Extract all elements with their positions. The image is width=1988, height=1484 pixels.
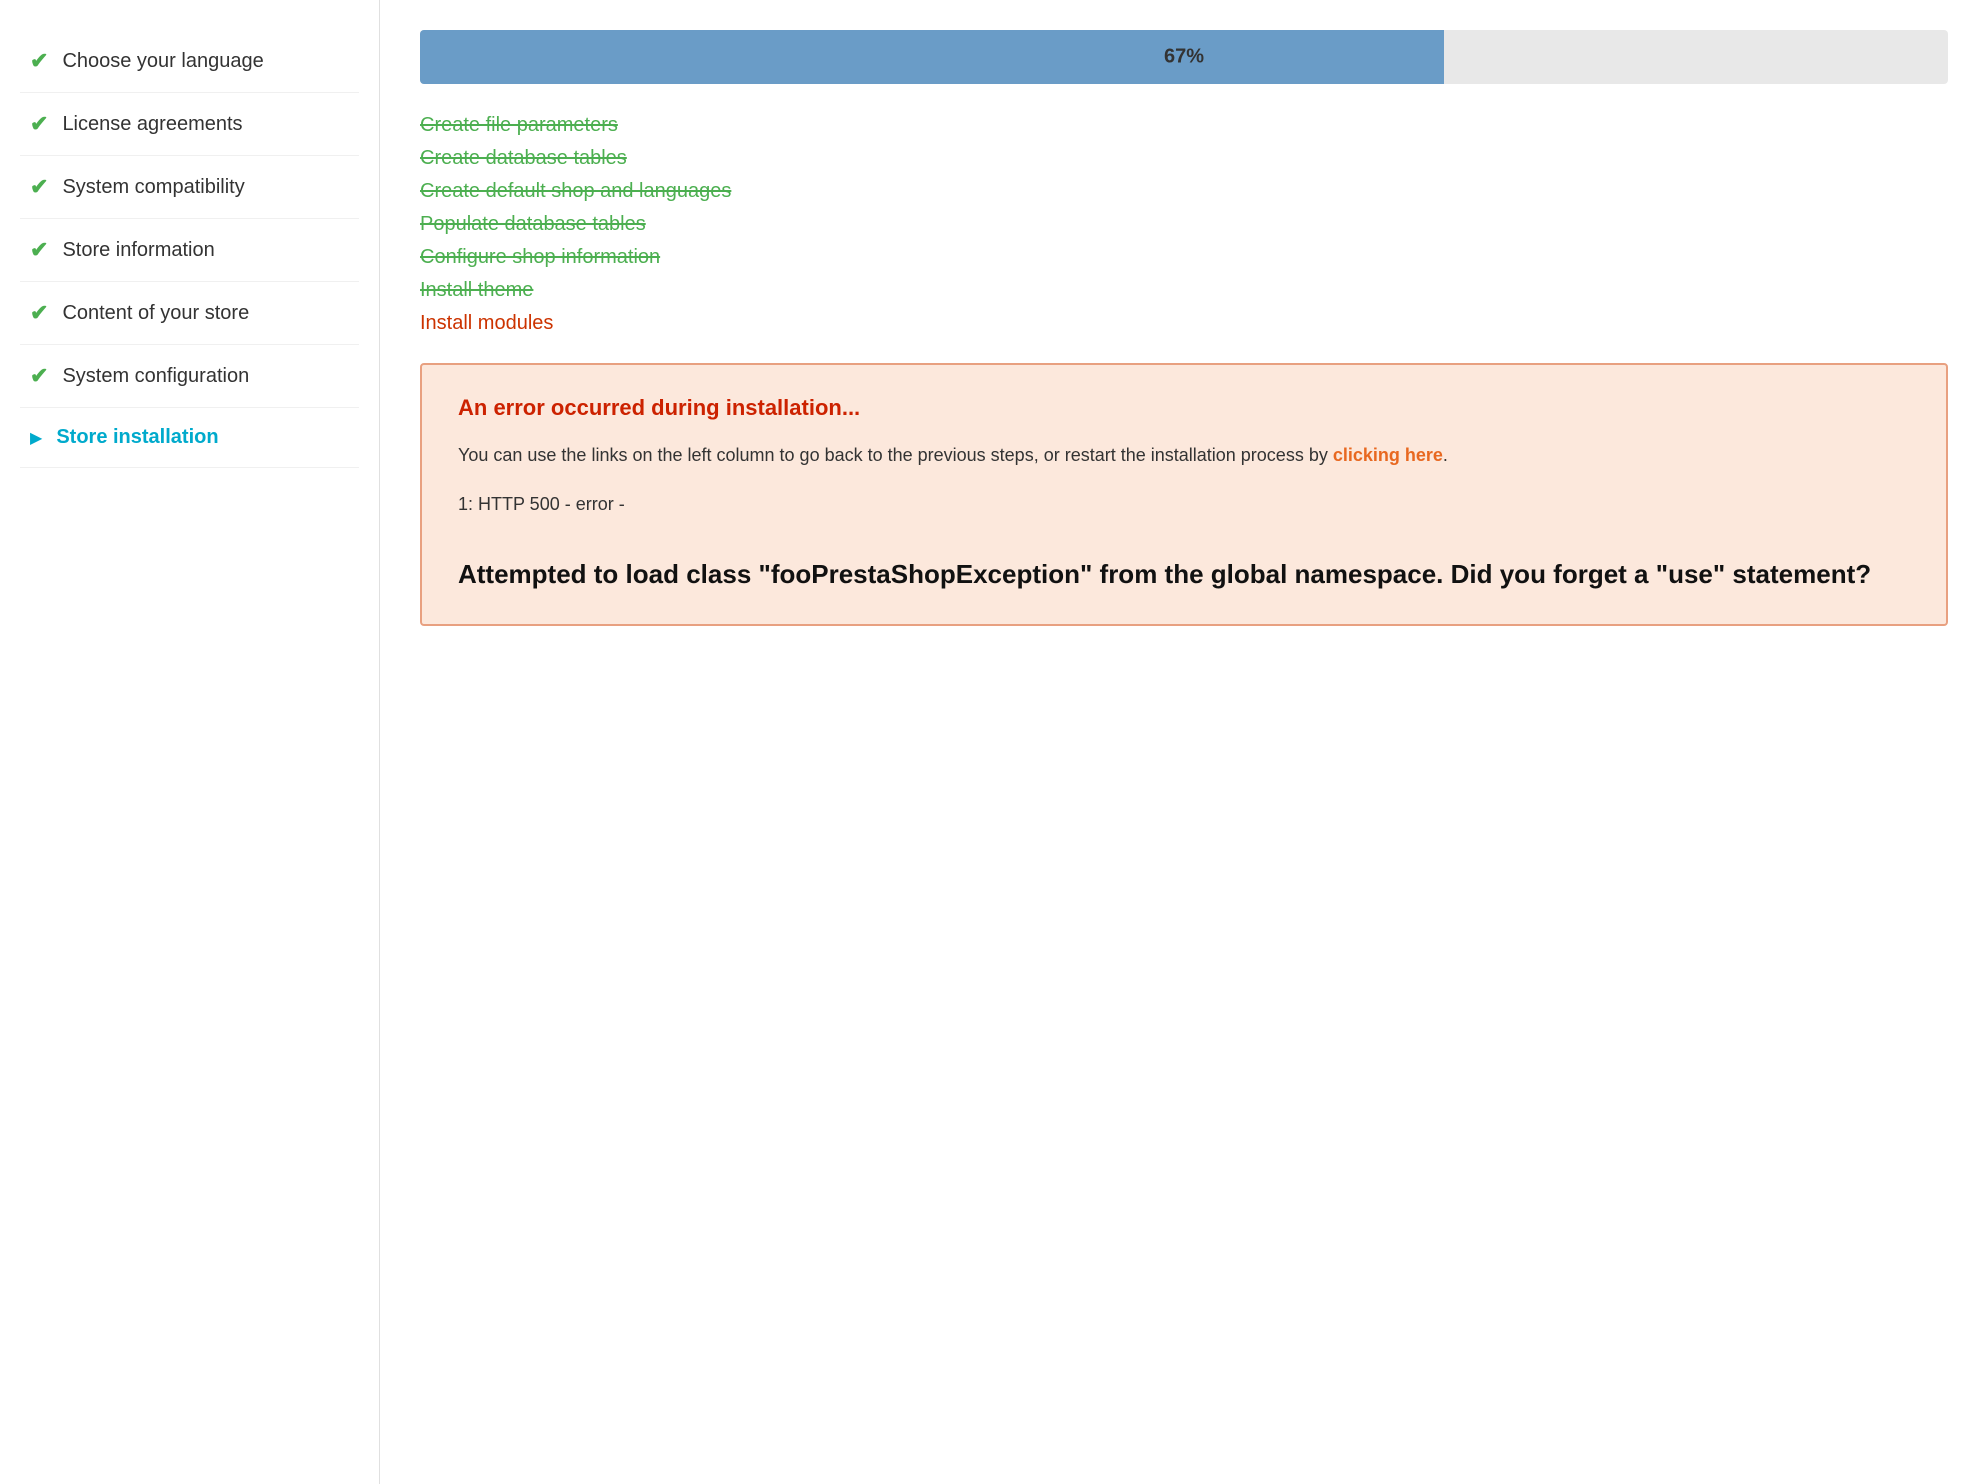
step-list: Create file parameters Create database ta… (420, 114, 1948, 335)
error-box: An error occurred during installation...… (420, 363, 1948, 626)
error-body-suffix: . (1443, 445, 1448, 465)
progress-bar-fill (420, 30, 1444, 84)
error-body-text: You can use the links on the left column… (458, 445, 1333, 465)
check-icon: ✔ (30, 237, 48, 263)
step-item-install-theme: Install theme (420, 279, 1948, 302)
sidebar-item-choose-language[interactable]: ✔ Choose your language (20, 30, 359, 93)
sidebar-item-store-information[interactable]: ✔ Store information (20, 219, 359, 282)
check-icon: ✔ (30, 363, 48, 389)
progress-label: 67% (1164, 46, 1204, 69)
step-item-populate-database-tables: Populate database tables (420, 213, 1948, 236)
check-icon: ✔ (30, 48, 48, 74)
sidebar-item-label: Choose your language (62, 50, 263, 73)
step-item-configure-shop-information: Configure shop information (420, 246, 1948, 269)
sidebar-item-label: Store installation (56, 426, 218, 449)
step-item-create-database-tables: Create database tables (420, 147, 1948, 170)
check-icon: ✔ (30, 300, 48, 326)
arrow-icon: ▶ (30, 428, 42, 448)
clicking-here-link[interactable]: clicking here (1333, 445, 1443, 465)
sidebar-item-label: System compatibility (62, 176, 244, 199)
sidebar-item-label: License agreements (62, 113, 242, 136)
error-title: An error occurred during installation... (458, 395, 1910, 421)
check-icon: ✔ (30, 174, 48, 200)
sidebar: ✔ Choose your language ✔ License agreements… (0, 0, 380, 1484)
check-icon: ✔ (30, 111, 48, 137)
progress-bar-container: 67% (420, 30, 1948, 84)
step-item-create-file-parameters: Create file parameters (420, 114, 1948, 137)
main-content: 67% Create file parameters Create databas… (380, 0, 1988, 1484)
sidebar-item-label: Store information (62, 239, 214, 262)
sidebar-item-store-installation[interactable]: ▶ Store installation (20, 408, 359, 468)
sidebar-item-content-of-your-store[interactable]: ✔ Content of your store (20, 282, 359, 345)
step-item-install-modules: Install modules (420, 312, 1948, 335)
sidebar-item-system-configuration[interactable]: ✔ System configuration (20, 345, 359, 408)
sidebar-item-system-compatibility[interactable]: ✔ System compatibility (20, 156, 359, 219)
error-exception: Attempted to load class "fooPrestaShopEx… (458, 555, 1910, 594)
sidebar-item-license-agreements[interactable]: ✔ License agreements (20, 93, 359, 156)
error-code: 1: HTTP 500 - error - (458, 494, 1910, 515)
step-item-create-default-shop: Create default shop and languages (420, 180, 1948, 203)
sidebar-item-label: System configuration (62, 365, 249, 388)
sidebar-item-label: Content of your store (62, 302, 249, 325)
error-body: You can use the links on the left column… (458, 441, 1910, 470)
